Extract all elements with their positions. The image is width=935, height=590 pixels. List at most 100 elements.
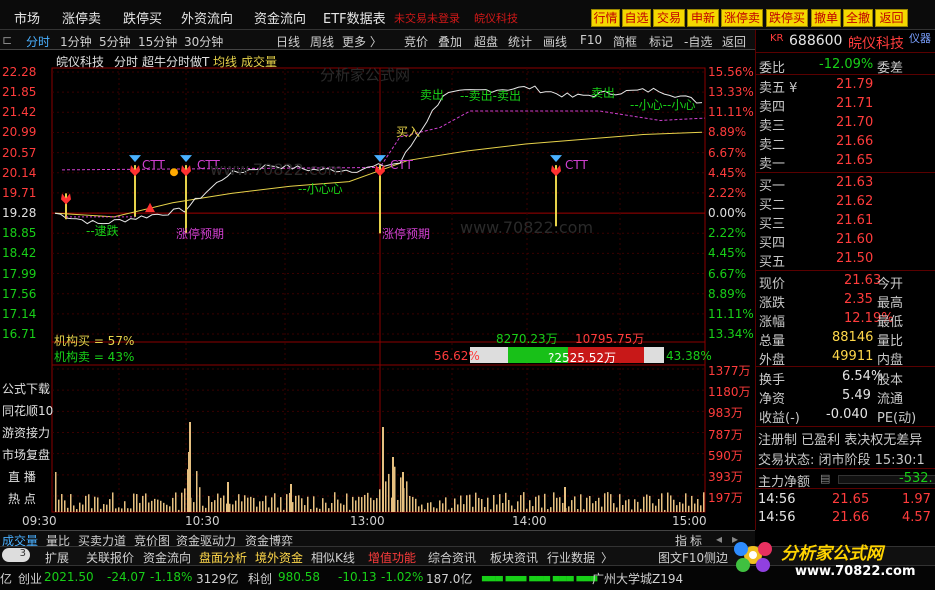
menu-item-etf[interactable]: ETF数据表: [323, 8, 386, 27]
menu-item-limit-down-buy[interactable]: 跌停买: [123, 8, 162, 27]
quick-btn-quote[interactable]: 行情: [591, 9, 620, 27]
btn-mark[interactable]: 标记: [649, 33, 673, 50]
tab-intraday[interactable]: 分时: [26, 33, 50, 50]
tab-30min[interactable]: 30分钟: [184, 33, 223, 50]
volume-tick: 197万: [708, 491, 743, 505]
volume-bar: [94, 496, 96, 512]
btn-f10[interactable]: F10: [580, 33, 602, 47]
volume-bar: [331, 503, 333, 512]
btn-return[interactable]: 返回: [722, 33, 746, 50]
btn-watch[interactable]: -自选: [684, 33, 712, 50]
volume-bar: [346, 493, 348, 512]
quick-btn-watchlist[interactable]: 自选: [622, 9, 651, 27]
ext-tab-sector-news[interactable]: 板块资讯: [490, 549, 538, 566]
volume-bar: [178, 509, 180, 512]
volume-bar: [607, 492, 609, 512]
volume-bar: [643, 496, 645, 512]
left-tab-ths10[interactable]: 同花顺10: [2, 402, 53, 419]
stock-name[interactable]: 皖仪科技: [848, 33, 904, 53]
price-tick-right: 2.22%: [708, 185, 747, 200]
tab-weekly[interactable]: 周线: [310, 33, 334, 50]
stock-code[interactable]: 688600: [789, 33, 842, 49]
ext-tab-expand[interactable]: 扩展: [45, 549, 69, 566]
tab-1min[interactable]: 1分钟: [60, 33, 92, 50]
menu-item-limit-up-sell[interactable]: 涨停卖: [62, 8, 101, 27]
ext-tab-analysis[interactable]: 盘面分析: [199, 549, 247, 566]
quick-btn-back[interactable]: 返回: [875, 9, 908, 27]
intraday-chart[interactable]: 皖仪科技 分时 超牛分时做T 均线 成交量 CTT CTT CTT CTT 涨停…: [0, 50, 755, 530]
tab-more[interactable]: 更多 〉: [342, 33, 382, 50]
left-tab-hot[interactable]: 热 点: [8, 490, 36, 507]
quick-btn-trade[interactable]: 交易: [653, 9, 685, 27]
bid-label: 买三: [759, 217, 786, 232]
sector-tag[interactable]: 仪器: [909, 30, 931, 46]
volume-bar: [532, 506, 534, 512]
ext-tab-industry[interactable]: 行业数据: [547, 549, 595, 566]
menu-item-foreign-flow[interactable]: 外资流向: [181, 8, 233, 27]
main-net-icon[interactable]: ▤: [820, 472, 830, 485]
diamond-icon: [129, 155, 141, 163]
collapse-icon[interactable]: ⊏: [2, 33, 12, 47]
btn-frame[interactable]: 简框: [613, 33, 637, 50]
menu-item-fund-flow[interactable]: 资金流向: [254, 8, 306, 27]
price-tick-right: 11.11%: [708, 306, 754, 321]
stat-label2: 最低: [877, 315, 904, 330]
star-label[interactable]: 科创: [248, 570, 272, 587]
scroll-left-icon[interactable]: ◂: [716, 532, 722, 546]
volume-bar: [295, 495, 297, 512]
volume-bar: [247, 497, 249, 512]
quick-btn-cancel-all[interactable]: 全撤: [843, 9, 873, 27]
ext-tab-fund-flow[interactable]: 资金流向: [143, 549, 191, 566]
tab-5min[interactable]: 5分钟: [99, 33, 131, 50]
ext-tab-related[interactable]: 关联报价: [86, 549, 134, 566]
ask-price: 21.70: [836, 115, 874, 130]
quick-btn-limit-up-sell[interactable]: 涨停卖: [721, 9, 763, 27]
left-tab-relay[interactable]: 游资接力: [2, 424, 50, 441]
btn-auction[interactable]: 竞价: [404, 33, 428, 50]
btn-super[interactable]: 超盘: [474, 33, 498, 50]
login-notice[interactable]: 未交易未登录: [394, 10, 460, 26]
btn-stats[interactable]: 统计: [508, 33, 532, 50]
volume-bar-peak: [382, 427, 384, 512]
volume-bar: [523, 492, 525, 512]
chart-canvas[interactable]: [0, 50, 755, 530]
news-ticker[interactable]: 广州大学城Z194: [592, 570, 683, 587]
quick-btn-cancel[interactable]: 撤单: [811, 9, 841, 27]
volume-bar: [592, 503, 594, 512]
volume-bar: [208, 496, 210, 512]
volume-bar-peak: [188, 452, 190, 512]
ext-tab-overseas[interactable]: 境外资金: [255, 549, 303, 566]
volume-bar: [217, 493, 219, 512]
chart-indicator[interactable]: 超牛分时做T: [142, 53, 209, 70]
tab-15min[interactable]: 15分钟: [138, 33, 177, 50]
price-tick-left: 17.99: [2, 266, 37, 281]
ext-tab-f10[interactable]: 图文F10: [658, 549, 704, 566]
volume-bar: [67, 507, 69, 512]
ext-tab-more[interactable]: 〉: [601, 549, 613, 566]
left-tab-live[interactable]: 直 播: [8, 468, 36, 485]
ext-tab-premium[interactable]: 增值功能: [368, 549, 416, 566]
ctt-label-4: CTT: [565, 158, 588, 172]
tick-time-1: 14:56: [758, 492, 796, 507]
time-tick: 09:30: [22, 514, 57, 528]
left-tab-review[interactable]: 市场复盘: [2, 446, 50, 463]
tab-daily[interactable]: 日线: [276, 33, 300, 50]
btn-draw[interactable]: 画线: [543, 33, 567, 50]
avg-line-label: 均线: [213, 55, 238, 69]
quick-btn-limit-down-buy[interactable]: 跌停买: [766, 9, 808, 27]
volume-bar: [322, 498, 324, 512]
toggle-switch[interactable]: 3: [2, 548, 30, 562]
ext-tab-news[interactable]: 综合资讯: [428, 549, 476, 566]
volume-bar: [466, 495, 468, 512]
left-tab-formula[interactable]: 公式下载: [2, 380, 50, 397]
ask-price: 21.79: [836, 77, 874, 92]
chinext-label[interactable]: 创业: [18, 570, 42, 587]
ext-tab-similar-k[interactable]: 相似K线: [311, 549, 355, 566]
stock-quote-panel: KR 688600 皖仪科技 仪器 委比 -12.09% 委差 注册制 已盈利 …: [755, 30, 935, 530]
btn-overlay[interactable]: 叠加: [438, 33, 462, 50]
volume-bar: [163, 502, 165, 512]
volume-bar: [127, 508, 129, 512]
volume-bar: [436, 508, 438, 512]
menu-item-market[interactable]: 市场: [14, 8, 40, 27]
quick-btn-ipo[interactable]: 申新: [687, 9, 719, 27]
